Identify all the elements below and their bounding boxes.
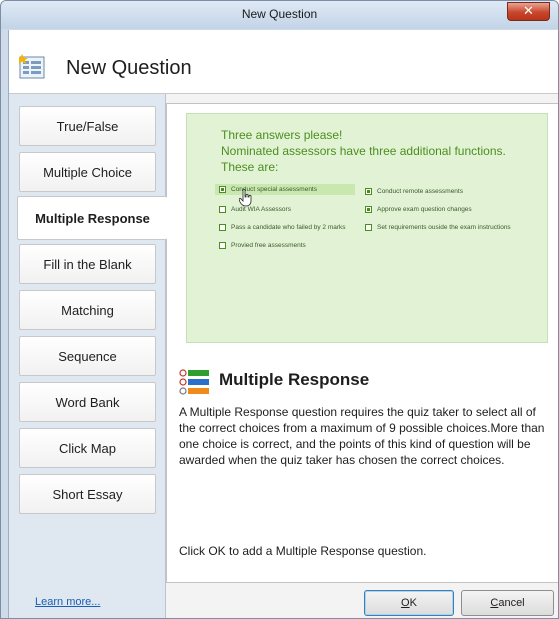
question-type-title: Multiple Response	[219, 370, 370, 389]
type-button-label: Sequence	[58, 348, 117, 364]
type-button-label: Multiple Response	[35, 210, 150, 226]
new-question-icon	[19, 54, 45, 79]
type-button-label: Click Map	[58, 440, 117, 456]
checkbox-icon	[219, 224, 226, 231]
page-title: New Question	[66, 57, 192, 79]
type-button-label: True/False	[56, 118, 119, 134]
preview-option: Provied free assessments	[219, 242, 306, 249]
checkbox-checked-icon	[219, 186, 226, 193]
type-button-label: Word Bank	[55, 394, 120, 410]
type-sequence-button[interactable]: Sequence	[19, 336, 156, 376]
preview-option: Pass a candidate who failed by 2 marks	[219, 224, 346, 231]
type-multiple-response-button[interactable]: Multiple Response	[17, 196, 167, 240]
window-title: New Question	[241, 7, 318, 21]
cancel-mnemonic: C	[490, 597, 499, 609]
question-type-description: A Multiple Response question requires th…	[179, 405, 545, 467]
type-button-label: Short Essay	[52, 486, 123, 502]
type-multiple-choice-button[interactable]: Multiple Choice	[19, 152, 156, 192]
type-click-map-button[interactable]: Click Map	[19, 428, 156, 468]
preview-option: Approve exam question changes	[365, 206, 472, 213]
type-button-label: Fill in the Blank	[43, 256, 132, 272]
preview-question: Three answers please! Nominated assessor…	[221, 127, 506, 175]
checkbox-checked-icon	[365, 206, 372, 213]
type-true-false-button[interactable]: True/False	[19, 106, 156, 146]
checkbox-icon	[219, 242, 226, 249]
preview-question-line: These are:	[221, 160, 279, 174]
new-question-dialog: New Question ✕ New Question True/False M…	[0, 0, 559, 619]
ok-mnemonic: O	[401, 597, 410, 609]
preview-option-label: Provied free assessments	[231, 242, 306, 249]
preview-option: Audit WIA Assessors	[219, 206, 291, 213]
type-button-label: Multiple Choice	[43, 164, 132, 180]
checkbox-icon	[219, 206, 226, 213]
preview-option: Set requirements ouside the exam instruc…	[365, 224, 511, 231]
checkbox-checked-icon	[365, 188, 372, 195]
type-button-label: Matching	[61, 302, 114, 318]
multiple-response-icon	[179, 369, 209, 395]
preview-question-line: Three answers please!	[221, 128, 343, 142]
ok-label: K	[409, 597, 417, 609]
preview-option-label: Conduct remote assessments	[377, 188, 463, 195]
ok-button[interactable]: OK	[364, 590, 454, 616]
title-bar[interactable]: New Question ✕	[1, 1, 558, 29]
dialog-client-area: New Question True/False Multiple Choice …	[8, 30, 558, 618]
preview-option: Conduct special assessments	[215, 184, 355, 195]
question-type-details: Three answers please! Nominated assessor…	[166, 103, 558, 583]
question-type-sidebar: True/False Multiple Choice Multiple Resp…	[9, 94, 167, 618]
header-bar: New Question	[9, 30, 558, 94]
preview-option-label: Pass a candidate who failed by 2 marks	[231, 224, 346, 231]
hand-cursor-icon	[239, 189, 252, 207]
type-matching-button[interactable]: Matching	[19, 290, 156, 330]
cancel-button[interactable]: Cancel	[461, 590, 554, 616]
checkbox-icon	[365, 224, 372, 231]
preview-option: Conduct remote assessments	[365, 188, 463, 195]
preview-option-label: Audit WIA Assessors	[231, 206, 291, 213]
question-preview: Three answers please! Nominated assessor…	[186, 113, 548, 343]
question-type-instruction: Click OK to add a Multiple Response ques…	[179, 544, 427, 558]
learn-more-link[interactable]: Learn more...	[35, 596, 100, 608]
close-icon: ✕	[523, 4, 534, 19]
type-fill-in-the-blank-button[interactable]: Fill in the Blank	[19, 244, 156, 284]
preview-option-label: Approve exam question changes	[377, 206, 472, 213]
type-word-bank-button[interactable]: Word Bank	[19, 382, 156, 422]
preview-option-label: Set requirements ouside the exam instruc…	[377, 224, 511, 231]
preview-question-line: Nominated assessors have three additiona…	[221, 144, 506, 158]
cancel-label: ancel	[498, 597, 525, 609]
type-short-essay-button[interactable]: Short Essay	[19, 474, 156, 514]
close-button[interactable]: ✕	[507, 2, 550, 21]
